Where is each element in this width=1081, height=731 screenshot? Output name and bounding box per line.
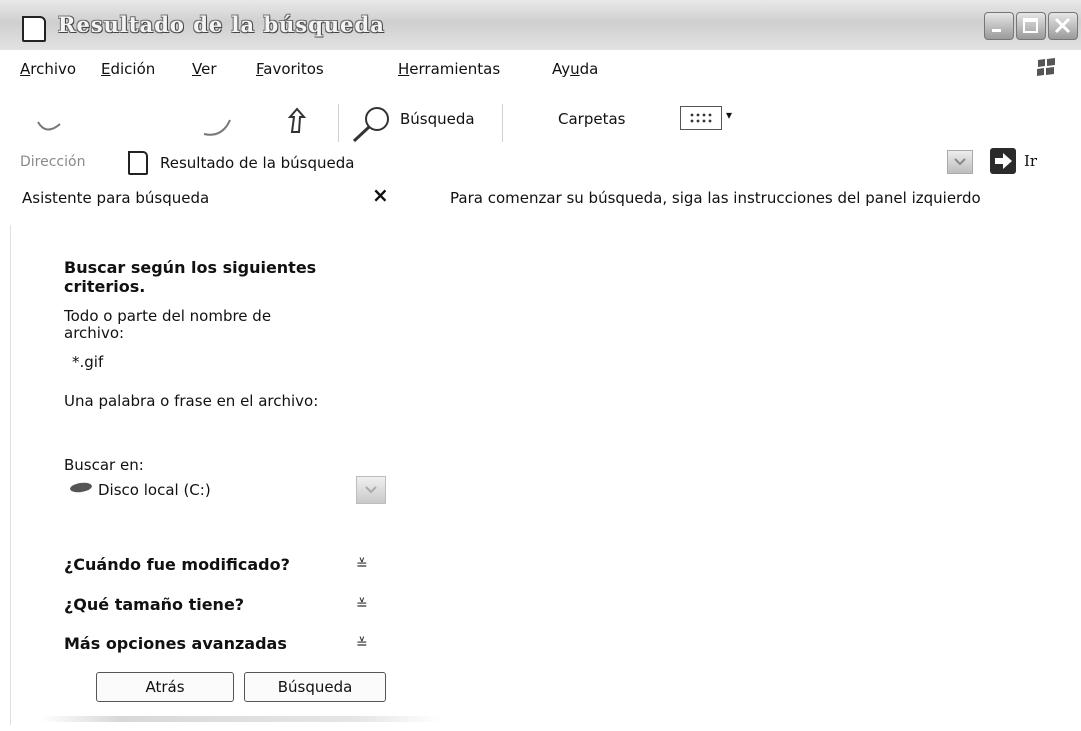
search-results-icon xyxy=(128,151,148,175)
menu-edicion[interactable]: Edición xyxy=(101,60,155,78)
back-arrow-icon[interactable] xyxy=(34,118,64,140)
menu-ayuda-label-a: Ay xyxy=(552,60,571,78)
windows-flag-icon xyxy=(1037,58,1055,76)
pane-divider xyxy=(10,225,11,725)
menu-archivo-label: rchivo xyxy=(30,60,77,78)
toolbar-separator xyxy=(338,104,339,142)
filename-input[interactable]: *.gif xyxy=(72,353,103,371)
hard-drive-icon xyxy=(69,481,93,494)
expand-chevron-icon[interactable]: ≚ xyxy=(356,636,368,652)
chevron-down-icon xyxy=(365,486,377,494)
search-magnifier-icon[interactable] xyxy=(350,104,396,144)
menu-ayuda-label-b: da xyxy=(579,60,599,78)
toolbar-separator xyxy=(502,104,503,142)
look-in-select[interactable]: Disco local (C:) xyxy=(98,481,211,499)
menu-favoritos[interactable]: Favoritos xyxy=(256,60,324,78)
title-bar[interactable]: Resultado de la búsqueda xyxy=(0,0,1081,50)
section-size[interactable]: ¿Qué tamaño tiene? xyxy=(64,595,244,614)
search-pane-title: Asistente para búsqueda xyxy=(22,189,210,207)
search-results-icon xyxy=(22,16,46,42)
menu-herramientas[interactable]: Herramientas xyxy=(398,60,500,78)
menu-ayuda[interactable]: Ayuda xyxy=(552,60,598,78)
window-title: Resultado de la búsqueda xyxy=(58,12,385,37)
close-pane-icon[interactable]: × xyxy=(372,183,389,207)
phrase-label: Una palabra o frase en el archivo: xyxy=(64,392,319,410)
menu-archivo[interactable]: Archivo xyxy=(20,60,76,78)
section-date-modified[interactable]: ¿Cuándo fue modificado? xyxy=(64,555,290,574)
views-grid-icon xyxy=(689,112,713,124)
maximize-button[interactable] xyxy=(1016,12,1046,40)
views-dropdown-arrow-icon[interactable]: ▾ xyxy=(726,108,732,122)
up-folder-icon[interactable] xyxy=(284,106,310,136)
close-button[interactable] xyxy=(1048,12,1078,40)
look-in-dropdown-button[interactable] xyxy=(356,476,386,504)
criteria-heading: Buscar según los siguientes criterios. xyxy=(64,258,317,296)
address-label: Dirección xyxy=(20,154,86,170)
menu-ver[interactable]: Ver xyxy=(192,60,217,78)
folders-toolbar-button[interactable]: Carpetas xyxy=(558,110,625,128)
expand-chevron-icon[interactable]: ≚ xyxy=(356,557,368,573)
menu-ver-label: er xyxy=(201,60,217,78)
filename-label: Todo o parte del nombre de archivo: xyxy=(64,307,272,342)
menu-favoritos-label: avoritos xyxy=(263,60,324,78)
search-toolbar-button[interactable]: Búsqueda xyxy=(400,110,475,128)
look-in-label: Buscar en: xyxy=(64,456,144,474)
chevron-down-icon xyxy=(954,158,966,166)
search-button[interactable]: Búsqueda xyxy=(244,672,386,702)
status-strip xyxy=(40,716,440,722)
section-advanced-options[interactable]: Más opciones avanzadas xyxy=(64,634,287,653)
results-message: Para comenzar su búsqueda, siga las inst… xyxy=(450,189,981,207)
forward-arrow-icon[interactable] xyxy=(200,116,236,140)
go-button-label[interactable]: Ir xyxy=(1024,152,1037,170)
minimize-button[interactable] xyxy=(984,12,1014,40)
address-dropdown-button[interactable] xyxy=(947,150,973,174)
expand-chevron-icon[interactable]: ≚ xyxy=(356,597,368,613)
go-arrow-icon[interactable] xyxy=(990,148,1016,174)
menu-herramientas-label: erramientas xyxy=(409,60,501,78)
address-field[interactable]: Resultado de la búsqueda xyxy=(160,154,354,172)
menu-edicion-label: dición xyxy=(110,60,156,78)
back-button[interactable]: Atrás xyxy=(96,672,234,702)
views-button[interactable] xyxy=(680,106,722,130)
